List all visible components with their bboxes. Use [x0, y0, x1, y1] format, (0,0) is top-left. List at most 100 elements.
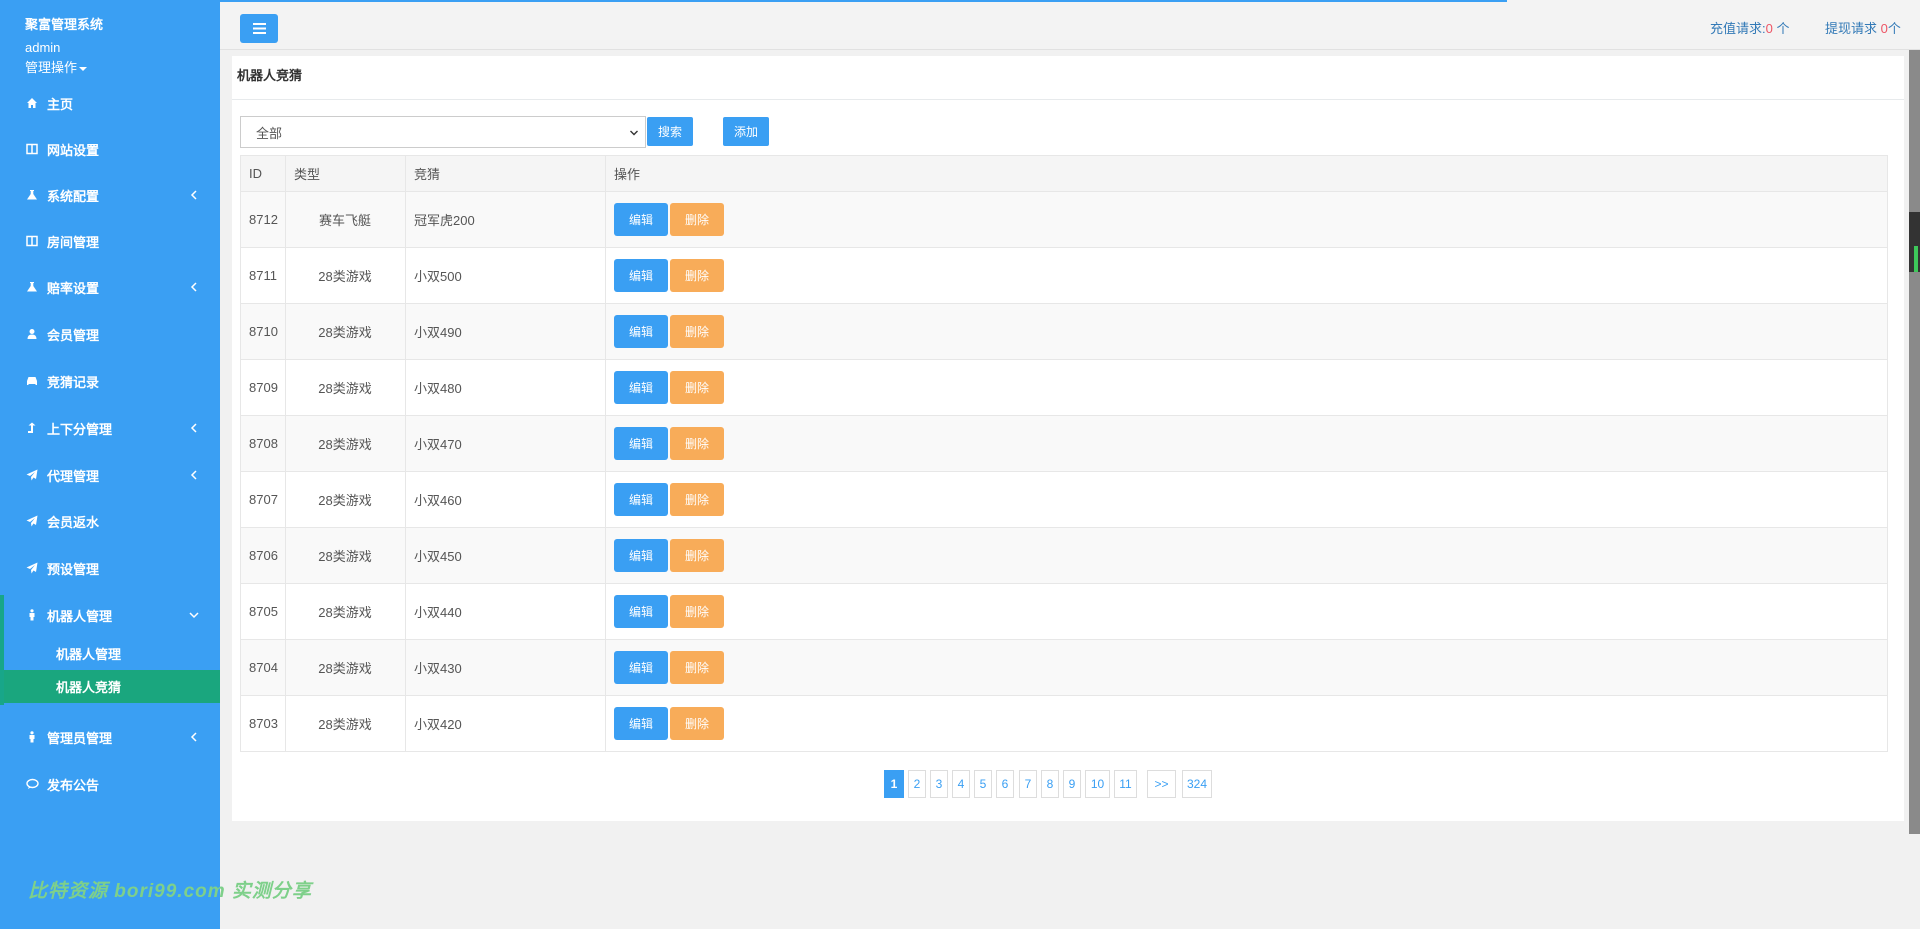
cell-id: 8706 — [240, 527, 286, 584]
car-icon — [25, 374, 39, 388]
sidebar-item-admins[interactable]: 管理员管理 — [0, 717, 220, 757]
recharge-requests-link[interactable]: 充值请求:0 个 — [1710, 18, 1790, 37]
cell-guess: 小双460 — [405, 471, 606, 528]
add-button[interactable]: 添加 — [723, 117, 769, 146]
sidebar-item-label: 预设管理 — [47, 561, 100, 577]
pagination-page[interactable]: 3 — [930, 770, 948, 798]
edit-button[interactable]: 编辑 — [614, 259, 668, 292]
user-icon — [25, 327, 39, 341]
delete-button[interactable]: 删除 — [670, 707, 724, 740]
sidebar-item-site-settings[interactable]: 网站设置 — [0, 129, 220, 169]
pagination-page[interactable]: 5 — [974, 770, 992, 798]
sidebar-item-odds[interactable]: 赔率设置 — [0, 267, 220, 307]
chevron-left-icon — [190, 190, 197, 200]
cell-guess: 小双500 — [405, 247, 606, 304]
sidebar-item-rooms[interactable]: 房间管理 — [0, 221, 220, 261]
table-body: 8712 赛车飞艇 冠军虎200 编辑 删除 8711 28类游戏 小双500 编辑 删除 8710… — [240, 191, 1888, 752]
table-row: 8704 28类游戏 小双430 编辑 删除 — [240, 639, 1888, 696]
table-row: 8711 28类游戏 小双500 编辑 删除 — [240, 247, 1888, 304]
cell-id: 8708 — [240, 415, 286, 472]
delete-button[interactable]: 删除 — [670, 651, 724, 684]
sidebar-item-label: 竞猜记录 — [47, 374, 100, 390]
cell-actions: 编辑 删除 — [605, 415, 1888, 472]
pagination-page[interactable]: 8 — [1041, 770, 1059, 798]
scrollbar-indicator — [1914, 246, 1918, 272]
chevron-down-icon — [630, 130, 638, 136]
edit-button[interactable]: 编辑 — [614, 371, 668, 404]
column-header-id: ID — [240, 155, 286, 192]
cell-type: 28类游戏 — [285, 359, 406, 416]
sidebar-item-label: 管理员管理 — [47, 730, 113, 746]
cell-id: 8704 — [240, 639, 286, 696]
edit-button[interactable]: 编辑 — [614, 203, 668, 236]
sidebar-item-announcements[interactable]: 发布公告 — [0, 764, 220, 804]
delete-button[interactable]: 删除 — [670, 203, 724, 236]
cell-type: 28类游戏 — [285, 247, 406, 304]
pagination-page[interactable]: 4 — [952, 770, 970, 798]
pagination-page[interactable]: 11 — [1114, 770, 1137, 798]
edit-button[interactable]: 编辑 — [614, 707, 668, 740]
chevron-left-icon — [190, 732, 197, 742]
delete-button[interactable]: 删除 — [670, 539, 724, 572]
delete-button[interactable]: 删除 — [670, 595, 724, 628]
home-icon — [25, 96, 39, 110]
pagination-page[interactable]: 9 — [1063, 770, 1081, 798]
delete-button[interactable]: 删除 — [670, 427, 724, 460]
paper-plane-icon — [25, 468, 39, 482]
paper-plane-icon — [25, 514, 39, 528]
user-menu-dropdown[interactable]: 管理操作 — [25, 57, 88, 76]
sidebar-item-presets[interactable]: 预设管理 — [0, 548, 220, 588]
delete-button[interactable]: 删除 — [670, 315, 724, 348]
sidebar-item-robots[interactable]: 机器人管理 — [0, 595, 220, 635]
column-header-actions: 操作 — [605, 155, 1888, 192]
cell-actions: 编辑 删除 — [605, 471, 1888, 528]
edit-button[interactable]: 编辑 — [614, 427, 668, 460]
sidebar-item-rebate[interactable]: 会员返水 — [0, 501, 220, 541]
add-button-label: 添加 — [733, 125, 758, 139]
cell-type: 28类游戏 — [285, 583, 406, 640]
robot-guess-table: ID 类型 竞猜 操作 8712 赛车飞艇 冠军虎200 编辑 删除 8711 28类游戏小… — [240, 155, 1888, 752]
table-row: 8710 28类游戏 小双490 编辑 删除 — [240, 303, 1888, 360]
pagination-page[interactable]: 2 — [908, 770, 926, 798]
type-filter-select[interactable]: 全部 — [240, 116, 646, 148]
sidebar-item-guess-records[interactable]: 竞猜记录 — [0, 361, 220, 401]
sidebar-subitem-robot-guess[interactable]: 机器人竞猜 — [4, 670, 220, 703]
search-button[interactable]: 搜索 — [647, 117, 693, 146]
sidebar-item-members[interactable]: 会员管理 — [0, 314, 220, 354]
delete-button[interactable]: 删除 — [670, 483, 724, 516]
pagination-page[interactable]: 6 — [996, 770, 1014, 798]
brand-title: 聚富管理系统 — [25, 17, 104, 32]
male-icon — [25, 730, 39, 744]
delete-button[interactable]: 删除 — [670, 371, 724, 404]
sidebar-item-label: 发布公告 — [47, 777, 100, 793]
withdraw-requests-link[interactable]: 提现请求 0个 — [1825, 18, 1901, 37]
edit-button[interactable]: 编辑 — [614, 595, 668, 628]
sidebar-item-agents[interactable]: 代理管理 — [0, 455, 220, 495]
edit-button[interactable]: 编辑 — [614, 315, 668, 348]
flask-icon — [25, 188, 39, 202]
cell-guess: 冠军虎200 — [405, 191, 606, 248]
cell-type: 28类游戏 — [285, 527, 406, 584]
withdraw-label: 提现请求 — [1825, 21, 1878, 36]
toggle-sidebar-button[interactable] — [240, 14, 278, 43]
delete-button[interactable]: 删除 — [670, 259, 724, 292]
edit-button[interactable]: 编辑 — [614, 483, 668, 516]
cell-id: 8709 — [240, 359, 286, 416]
sidebar-subitem-label: 机器人竞猜 — [56, 680, 122, 695]
pagination-next[interactable]: >> — [1147, 770, 1176, 798]
cell-type: 28类游戏 — [285, 415, 406, 472]
edit-button[interactable]: 编辑 — [614, 539, 668, 572]
sidebar-item-label: 系统配置 — [47, 188, 100, 204]
sidebar-subitem-robot-manage[interactable]: 机器人管理 — [4, 637, 220, 670]
cell-id: 8710 — [240, 303, 286, 360]
page-scrollbar[interactable] — [1909, 50, 1920, 834]
pagination-page[interactable]: 1 — [884, 770, 904, 798]
sidebar-item-system-config[interactable]: 系统配置 — [0, 175, 220, 215]
sidebar-item-credits[interactable]: 上下分管理 — [0, 408, 220, 448]
pagination-page[interactable]: 324 — [1182, 770, 1212, 798]
edit-button[interactable]: 编辑 — [614, 651, 668, 684]
pagination-page[interactable]: 7 — [1019, 770, 1037, 798]
sidebar-item-home[interactable]: 主页 — [0, 83, 220, 123]
sidebar-item-label: 机器人管理 — [47, 608, 113, 624]
pagination-page[interactable]: 10 — [1085, 770, 1110, 798]
